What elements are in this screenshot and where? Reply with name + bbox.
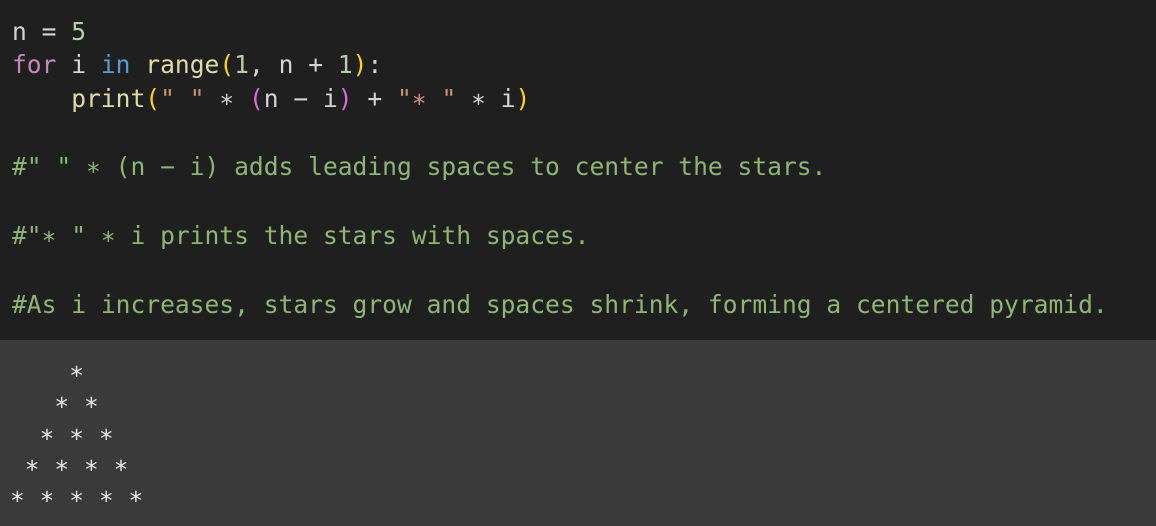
number-literal: 1 xyxy=(337,50,353,79)
keyword-for: for xyxy=(12,50,57,79)
range-args: , n + xyxy=(248,50,338,79)
code-line-2: for i in range(1, n + 1): xyxy=(12,50,382,80)
paren-close-inner: ) xyxy=(337,84,353,113)
paren-close: ) xyxy=(515,84,531,113)
string-space: " " xyxy=(160,84,205,113)
code-editor[interactable]: n = 5 for i in range(1, n + 1): print(" … xyxy=(0,0,1156,340)
function-print: print xyxy=(71,84,146,113)
number-literal: 5 xyxy=(71,17,87,46)
colon: : xyxy=(367,50,383,79)
number-literal: 1 xyxy=(234,50,249,79)
keyword-in: in xyxy=(100,50,131,79)
paren-close: ) xyxy=(352,50,368,79)
output-line: ∗ xyxy=(10,356,85,385)
paren-open: ( xyxy=(219,50,235,79)
notebook-cell: n = 5 for i in range(1, n + 1): print(" … xyxy=(0,0,1156,526)
output-line: ∗ ∗ ∗ xyxy=(10,419,114,448)
output-line: ∗ ∗ xyxy=(10,387,99,416)
output-line: ∗ ∗ ∗ ∗ xyxy=(10,450,129,479)
multiply-op: ∗ xyxy=(204,84,249,113)
assign-op: = xyxy=(26,17,72,46)
cell-output: ∗ ∗ ∗ ∗ ∗ ∗ ∗ ∗ ∗ ∗ ∗ ∗ ∗ ∗ ∗ xyxy=(0,340,1156,526)
paren-open-inner: ( xyxy=(248,84,264,113)
comment-line-3: #As i increases, stars grow and spaces s… xyxy=(12,290,1108,319)
function-range: range xyxy=(145,50,220,79)
var-i: i xyxy=(71,50,87,79)
var-n: n xyxy=(12,17,27,46)
string-star: "∗ " xyxy=(397,84,457,113)
plus-op: + xyxy=(352,84,398,113)
code-line-1: n = 5 xyxy=(12,17,86,47)
paren-open: ( xyxy=(145,84,161,113)
multiply-i: ∗ i xyxy=(456,84,516,113)
comment-line-1: #" " ∗ (n − i) adds leading spaces to ce… xyxy=(12,152,827,181)
comment-line-2: #"∗ " ∗ i prints the stars with spaces. xyxy=(12,221,590,250)
code-line-3: print(" " ∗ (n − i) + "∗ " ∗ i) xyxy=(12,84,530,114)
output-line: ∗ ∗ ∗ ∗ ∗ xyxy=(10,481,144,510)
expression: n − i xyxy=(263,84,338,113)
